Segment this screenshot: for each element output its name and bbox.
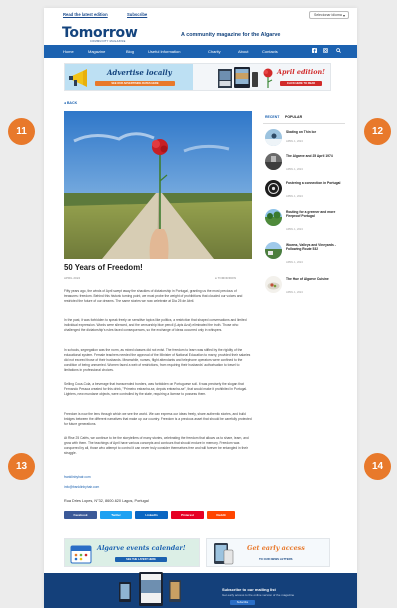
post-title: Skating on Thin Ice (286, 130, 317, 134)
newsletter-subscribe-button[interactable]: Subscribe (230, 600, 255, 605)
post-date: APRIL 1, 2024 (286, 195, 303, 198)
article-address: Rua Dries Lopes, N°32, 8600-620 Lagos, P… (64, 499, 149, 503)
carnation-icon (263, 68, 273, 88)
post-date: APRIL 1, 2024 (286, 228, 303, 231)
share-linkedin-button[interactable]: LinkedIn (135, 511, 168, 519)
post-date: APRIL 1, 2024 (286, 140, 303, 143)
share-facebook-button[interactable]: Facebook (64, 511, 97, 519)
post-thumbnail (265, 153, 282, 170)
article-author: ● TOMORROW (215, 276, 236, 280)
page: Read the latest edition Subscribe Seleci… (44, 8, 357, 608)
events-calendar-ad[interactable]: Algarve events calendar! SEE THE LATEST … (64, 538, 200, 567)
subscribe-link[interactable]: Subscribe (127, 12, 147, 17)
marker-14: 14 (364, 453, 391, 480)
latest-edition-link[interactable]: Read the latest edition (63, 12, 108, 17)
marker-11: 11 (8, 118, 35, 145)
email-link[interactable]: info@franklinbyhair.com (64, 485, 99, 489)
main-nav: Home Magazine Blog Useful Information Ch… (44, 45, 357, 58)
post-title: Wowns, Valleys and Vineyards - Following… (286, 243, 336, 252)
read-edition-button[interactable]: CLICK HERE TO READ (280, 81, 322, 86)
sidebar-post[interactable]: The Hue of Algarve Cuisine APRIL 1, 2024 (265, 276, 345, 298)
advertising-rates-button[interactable]: SEE OUR ADVERTISING RATES HERE (95, 81, 175, 86)
instagram-icon[interactable] (323, 47, 328, 55)
back-link[interactable]: ◂ BACK (64, 101, 77, 105)
april-edition-heading: April edition! (277, 68, 325, 76)
article-hero-image (64, 111, 252, 259)
author-label: TOMORROW (217, 276, 237, 280)
post-date: APRIL 1, 2024 (286, 168, 303, 171)
tab-popular[interactable]: POPULAR (285, 115, 302, 119)
events-calendar-heading: Algarve events calendar! (97, 544, 186, 552)
advertise-heading: Advertise locally (107, 68, 172, 77)
search-icon[interactable] (336, 47, 341, 55)
post-thumbnail (265, 209, 282, 226)
tab-recent[interactable]: RECENT (265, 115, 279, 119)
language-select[interactable]: Selecionar idioma ▾ (309, 11, 349, 19)
calendar-illustration (70, 545, 92, 564)
device-mockups (119, 572, 181, 606)
share-twitter-button[interactable]: Twitter (100, 511, 132, 519)
facebook-icon[interactable] (312, 47, 317, 55)
post-title: The Algarve and 25 April 1974 (286, 154, 333, 158)
nav-item-about[interactable]: About (238, 49, 248, 54)
article-paragraph: In schools, segregation was the norm, as… (64, 348, 251, 372)
sidebar-post[interactable]: Skating on Thin Ice APRIL 1, 2024 (265, 129, 345, 151)
early-access-subtitle: TO OUR NEWS LETTERS (259, 557, 293, 561)
nav-item-contacts[interactable]: Contacts (262, 49, 278, 54)
site-header: Tomorrow COMMUNITY MAGAZINE A community … (44, 22, 357, 46)
article-paragraph: Selling Coca-Cola, a beverage that trans… (64, 382, 248, 396)
nav-item-charity[interactable]: Charity (208, 49, 221, 54)
marker-12: 12 (364, 118, 391, 145)
logo-subtitle: COMMUNITY MAGAZINE (90, 40, 126, 43)
site-tagline: A community magazine for the Algarve (181, 32, 281, 38)
language-label: Selecionar idioma (314, 13, 342, 17)
sidebar-post[interactable]: Fostering a connection in Portugal APRIL… (265, 180, 345, 202)
site-logo[interactable]: Tomorrow (62, 25, 138, 41)
post-thumbnail (265, 276, 282, 293)
nav-item-blog[interactable]: Blog (126, 49, 134, 54)
magazine-covers (218, 67, 258, 88)
advertise-banner[interactable]: Advertise locally SEE OUR ADVERTISING RA… (64, 63, 331, 91)
megaphone-icon (69, 69, 87, 87)
post-title: Fostering a connection in Portugal (286, 181, 341, 185)
marker-13: 13 (8, 453, 35, 480)
sidebar-post[interactable]: The Algarve and 25 April 1974 APRIL 1, 2… (265, 153, 345, 175)
events-calendar-button[interactable]: SEE THE LATEST HERE (115, 557, 167, 562)
article-title: 50 Years of Freedom! (64, 263, 143, 272)
article-paragraph: Fifty years ago, the winds of April swep… (64, 289, 243, 303)
article-paragraph: In the past, it was forbidden to speak f… (64, 318, 247, 332)
share-reddit-button[interactable]: Reddit (207, 511, 235, 519)
chevron-down-icon: ▾ (342, 13, 345, 18)
post-title: Routing for a greener and more Fireproof… (286, 210, 336, 219)
sidebar-post[interactable]: Routing for a greener and more Fireproof… (265, 209, 345, 231)
post-date: APRIL 1, 2024 (286, 261, 303, 264)
early-access-ad[interactable]: Get early access TO OUR NEWS LETTERS (206, 538, 330, 567)
website-link[interactable]: franklinbyhair.com (64, 475, 91, 479)
nav-item-home[interactable]: Home (63, 49, 74, 54)
post-thumbnail (265, 129, 282, 146)
early-access-heading: Get early access (247, 544, 305, 552)
article-paragraph: At Rise 25 Cafés, we continue to be the … (64, 436, 249, 455)
post-thumbnail (265, 242, 282, 259)
newsletter-footer: Subscribe to our mailing list Get early … (44, 572, 357, 608)
tablet-illustration (214, 543, 234, 565)
nav-item-magazine[interactable]: Magazine (88, 49, 105, 54)
newsletter-title: Subscribe to our mailing list (222, 587, 276, 592)
post-date: APRIL 1, 2024 (286, 291, 303, 294)
sidebar-post[interactable]: Wowns, Valleys and Vineyards - Following… (265, 242, 345, 264)
nav-item-useful-information[interactable]: Useful Information (148, 49, 180, 54)
article-paragraph: Freedom is now the lens through which we… (64, 412, 252, 426)
newsletter-subtitle: Get early access to the online version o… (222, 593, 295, 597)
article-date: APRIL 2024 (64, 276, 81, 280)
sidebar-tabs: RECENT POPULAR (263, 110, 345, 124)
back-label: BACK (66, 101, 78, 105)
topbar: Read the latest edition Subscribe Seleci… (44, 8, 357, 22)
post-thumbnail (265, 180, 282, 197)
share-pinterest-button[interactable]: Pinterest (171, 511, 204, 519)
post-title: The Hue of Algarve Cuisine (286, 277, 329, 281)
